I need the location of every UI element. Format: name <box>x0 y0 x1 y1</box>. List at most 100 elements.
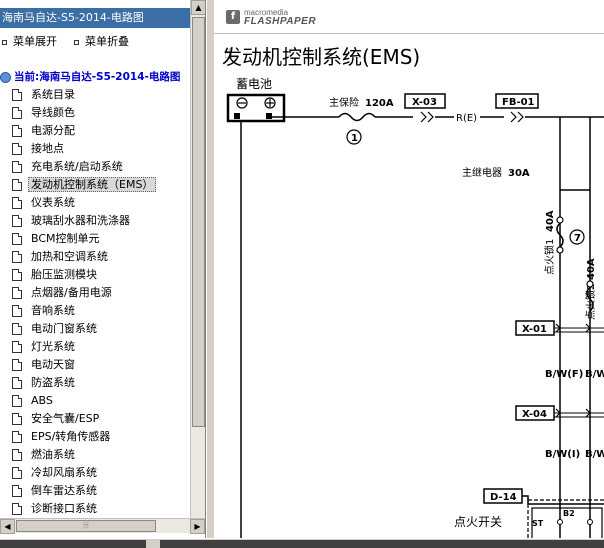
main-fuse-rating: 120A <box>365 98 394 109</box>
tree-item-label: 点烟器/备用电源 <box>31 286 112 299</box>
expand-menu-label: 菜单展开 <box>13 35 57 48</box>
tree-item-label: 电动门窗系统 <box>31 322 97 335</box>
document-page-icon <box>12 125 22 137</box>
tree-item[interactable]: BCM控制单元 <box>12 230 100 248</box>
tree-item[interactable]: 诊断接口系统 <box>12 500 97 518</box>
pin-st-label: ST <box>532 519 544 528</box>
document-page-icon <box>12 269 22 281</box>
tree-item[interactable]: 发动机控制系统（EMS） <box>12 176 157 194</box>
navigation-pane: 海南马自达-S5-2014-电路图 菜单展开 菜单折叠 当前:海南马自达-S5-… <box>0 0 206 538</box>
document-page-icon <box>12 179 22 191</box>
wire-bwf-label-2: B/W(F) <box>585 369 604 380</box>
document-page-icon <box>12 503 22 515</box>
document-viewer: f macromedia FLASHPAPER 发动机控制系统(EMS) ☝ 蓄… <box>214 0 604 538</box>
tree-item[interactable]: 导线颜色 <box>12 104 75 122</box>
wire-re-label: R(E) <box>456 113 477 124</box>
tree-item-label: 诊断接口系统 <box>31 502 97 515</box>
collapse-icon <box>74 39 79 45</box>
tree-item[interactable]: 电动天窗 <box>12 356 75 374</box>
tree-item-label: 倒车雷达系统 <box>31 484 97 497</box>
tree-item[interactable]: 倒车雷达系统 <box>12 482 97 500</box>
tree-item-label: 电动天窗 <box>31 358 75 371</box>
collapse-menu-button[interactable]: 菜单折叠 <box>74 34 129 50</box>
tree-item[interactable]: 接地点 <box>12 140 64 158</box>
circuit-diagram: 蓄电池 主保险 120A 1 X-03 R(E) FB-01 主继电器 30A <box>226 77 604 538</box>
nav-horizontal-scrollbar[interactable]: ◀ ⦙⦙⦙ ▶ <box>0 518 205 534</box>
main-fuse-symbol <box>338 112 376 122</box>
expand-menu-button[interactable]: 菜单展开 <box>2 34 57 50</box>
tree-item-label: 燃油系统 <box>31 448 75 461</box>
document-page-icon <box>12 305 22 317</box>
tree-item[interactable]: EPS/转角传感器 <box>12 428 110 446</box>
main-relay-rating: 30A <box>508 168 530 179</box>
tree-item-label: 冷却风扇系统 <box>31 466 97 479</box>
document-page-icon <box>12 287 22 299</box>
collapse-menu-label: 菜单折叠 <box>85 35 129 48</box>
ignition-switch-label: 点火开关 <box>454 515 502 529</box>
tree-item[interactable]: 安全气囊/ESP <box>12 410 99 428</box>
tree-item[interactable]: 玻璃刮水器和洗涤器 <box>12 212 130 230</box>
tree-item[interactable]: 电动门窗系统 <box>12 320 97 338</box>
document-page-icon <box>12 341 22 353</box>
scroll-right-arrow-icon[interactable]: ▶ <box>190 519 205 534</box>
tree-item[interactable]: 充电系统/启动系统 <box>12 158 123 176</box>
tree-item-label: 胎压监测模块 <box>31 268 97 281</box>
ignition-fuse-number-text: 7 <box>574 233 581 244</box>
expand-icon <box>2 39 7 45</box>
tree-item[interactable]: 燃油系统 <box>12 446 75 464</box>
ignition-lock2-rating: 40A <box>586 258 597 280</box>
tree-item[interactable]: 仪表系统 <box>12 194 75 212</box>
globe-icon <box>0 71 11 83</box>
tree-item[interactable]: 音响系统 <box>12 302 75 320</box>
connector-x04-label: X-04 <box>522 409 547 420</box>
tree-item[interactable]: 防盗系统 <box>12 374 75 392</box>
page-title: 发动机控制系统(EMS) <box>222 45 421 69</box>
nav-title-bar: 海南马自达-S5-2014-电路图 <box>0 8 190 28</box>
document-page-icon <box>12 143 22 155</box>
tree-item[interactable]: 点烟器/备用电源 <box>12 284 112 302</box>
document-page-icon <box>12 485 22 497</box>
tree-item[interactable]: 电源分配 <box>12 122 75 140</box>
nav-horizontal-scroll-thumb[interactable]: ⦙⦙⦙ <box>16 520 156 532</box>
tree-item[interactable]: 冷却风扇系统 <box>12 464 97 482</box>
scroll-left-arrow-icon[interactable]: ◀ <box>0 519 15 534</box>
tree-item-label: 接地点 <box>31 142 64 155</box>
nav-toolbar: 菜单展开 菜单折叠 <box>0 34 190 50</box>
document-page-icon <box>12 107 22 119</box>
status-segment-2 <box>160 540 604 548</box>
tree-item-label: 系统目录 <box>31 88 75 101</box>
connector-x03-label: X-03 <box>412 97 437 108</box>
tree-root[interactable]: 当前:海南马自达-S5-2014-电路图 <box>0 68 180 86</box>
main-relay-label: 主继电器 <box>462 166 502 179</box>
scroll-up-arrow-icon[interactable]: ▲ <box>191 0 205 15</box>
tree-item[interactable]: 系统目录 <box>12 86 75 104</box>
tree-item-label: 防盗系统 <box>31 376 75 389</box>
document-page-icon <box>12 197 22 209</box>
wire-bwf-label: B/W(F) <box>545 369 583 380</box>
tree-item[interactable]: 灯光系统 <box>12 338 75 356</box>
pin-b2-label: B2 <box>563 509 575 518</box>
document-page-icon <box>12 251 22 263</box>
document-page-icon <box>12 395 22 407</box>
pane-splitter[interactable] <box>206 0 214 538</box>
flashpaper-header: f macromedia FLASHPAPER <box>214 0 604 34</box>
connector-fb01-label: FB-01 <box>502 97 535 108</box>
tree-item[interactable]: 加热和空调系统 <box>12 248 108 266</box>
document-page-icon <box>12 359 22 371</box>
tree-item-label: 音响系统 <box>31 304 75 317</box>
document-page-icon <box>12 323 22 335</box>
nav-vertical-scrollbar[interactable]: ▲ <box>190 0 205 518</box>
tree-root-label: 当前:海南马自达-S5-2014-电路图 <box>14 71 181 83</box>
nav-vertical-scroll-thumb[interactable] <box>192 17 205 427</box>
tree-item-label: 加热和空调系统 <box>31 250 108 263</box>
tree-item-label: 电源分配 <box>31 124 75 137</box>
tree-item[interactable]: 胎压监测模块 <box>12 266 97 284</box>
document-page-icon <box>12 449 22 461</box>
flashpaper-logo-icon: f <box>226 10 240 24</box>
tree-item-label: EPS/转角传感器 <box>31 430 111 443</box>
tree-item[interactable]: ABS <box>12 392 53 410</box>
connector-x01-label: X-01 <box>522 324 547 335</box>
window-status-strip <box>0 538 604 548</box>
brand-big-text: FLASHPAPER <box>244 16 317 27</box>
tree-item-label: 仪表系统 <box>31 196 75 209</box>
